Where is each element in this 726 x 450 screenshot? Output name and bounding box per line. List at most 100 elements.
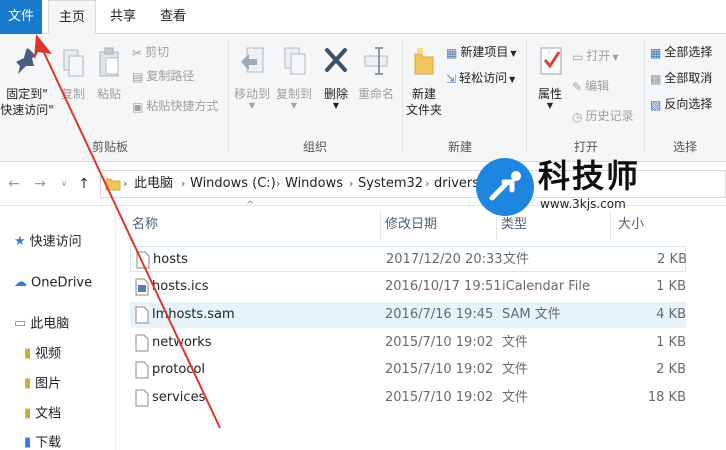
- file-icon: [135, 361, 149, 379]
- open-label: 打开: [586, 49, 611, 63]
- file-size: 2 KB: [657, 252, 687, 267]
- open-icon: ▭: [572, 49, 584, 64]
- cut-label: 剪切: [145, 45, 170, 59]
- file-type: 文件: [502, 362, 529, 377]
- delete-dropdown-icon: ▼: [332, 101, 340, 110]
- select-all-icon: ▦: [650, 45, 662, 60]
- delete-label: 删除: [323, 87, 348, 101]
- paste-button[interactable]: 粘贴: [92, 40, 126, 102]
- select-none-button[interactable]: ▩ 全部取消: [650, 68, 712, 88]
- properties-label: 属性: [537, 87, 562, 101]
- breadcrumb-chevron-icon: ›: [276, 177, 281, 190]
- file-modified: 2016/7/16 19:45: [385, 307, 494, 322]
- nav-downloads-label: 下载: [35, 435, 62, 450]
- copy-button[interactable]: 复制: [56, 40, 90, 102]
- tab-home[interactable]: 主页: [48, 0, 96, 35]
- breadcrumb-this-pc[interactable]: 此电脑: [134, 171, 173, 197]
- easy-access-icon: ⇲: [446, 71, 457, 86]
- nav-pictures[interactable]: ▮ 图片: [24, 373, 61, 395]
- properties-check-icon: [540, 47, 562, 75]
- recent-locations-chevron-icon[interactable]: ∨: [54, 174, 74, 194]
- file-modified: 2015/7/10 19:02: [385, 335, 494, 350]
- open-dropdown-icon: ▼: [612, 53, 619, 62]
- pin-to-quick-access-button[interactable]: 固定到" 快速访问": [0, 40, 54, 118]
- file-modified: 2015/7/10 19:02: [385, 390, 494, 405]
- file-row[interactable]: hosts.ics 2016/10/17 19:51 iCalendar File 1…: [130, 274, 686, 300]
- cut-button[interactable]: ✂ 剪切: [132, 42, 169, 62]
- nav-this-pc[interactable]: ▭ 此电脑: [14, 313, 69, 335]
- file-icon: [135, 389, 149, 407]
- move-to-dropdown-icon: ▼: [248, 101, 256, 110]
- file-row[interactable]: protocol 2015/7/10 19:02 文件 2 KB: [130, 357, 686, 383]
- forward-arrow-icon[interactable]: →: [30, 174, 50, 194]
- copy-path-button[interactable]: ▤ 复制路径: [132, 66, 194, 86]
- cloud-icon: ☁: [14, 275, 27, 290]
- nav-videos[interactable]: ▮ 视频: [24, 343, 61, 365]
- file-icon: [135, 278, 149, 296]
- column-header-name[interactable]: 名称: [132, 212, 158, 238]
- file-name: lmhosts.sam: [152, 307, 235, 322]
- tab-view[interactable]: 查看: [150, 0, 196, 34]
- invert-selection-button[interactable]: ▧ 反向选择: [650, 94, 712, 114]
- watermark-logo-icon: [476, 158, 534, 216]
- nav-documents[interactable]: ▮ 文档: [24, 403, 61, 425]
- file-list: ^ 名称 修改日期 类型 大小 hosts 2017/12/20 20:33 文件 2…: [116, 200, 726, 450]
- column-separator[interactable]: [380, 210, 381, 240]
- new-folder-button[interactable]: 新建 文件夹: [404, 40, 444, 118]
- paste-label: 粘贴: [96, 87, 121, 101]
- tab-file[interactable]: 文件: [0, 0, 42, 34]
- new-folder-icon: [414, 48, 434, 75]
- file-name: hosts: [153, 252, 188, 267]
- tab-share[interactable]: 共享: [100, 0, 146, 34]
- easy-access-button[interactable]: ⇲ 轻松访问 ▼: [446, 68, 515, 88]
- edit-label: 编辑: [585, 79, 610, 93]
- file-modified: 2017/12/20 20:33: [386, 252, 503, 267]
- paste-shortcut-button[interactable]: ▣ 粘贴快捷方式: [132, 96, 218, 116]
- column-header-modified[interactable]: 修改日期: [385, 212, 437, 238]
- rename-button[interactable]: 重命名: [354, 40, 398, 102]
- nav-quick-access-label: 快速访问: [29, 234, 82, 250]
- history-button[interactable]: ◷ 历史记录: [572, 106, 634, 126]
- select-all-button[interactable]: ▦ 全部选择: [650, 42, 712, 62]
- file-row[interactable]: lmhosts.sam 2016/7/16 19:45 SAM 文件 4 KB: [130, 302, 686, 328]
- file-row[interactable]: services 2015/7/10 19:02 文件 18 KB: [130, 385, 686, 411]
- file-name: services: [152, 390, 206, 405]
- nav-onedrive[interactable]: ☁ OneDrive: [14, 272, 92, 294]
- file-row[interactable]: networks 2015/7/10 19:02 文件 1 KB: [130, 330, 686, 356]
- ribbon-separator: [526, 40, 527, 152]
- computer-icon: ▭: [14, 316, 27, 331]
- nav-downloads[interactable]: ▮ 下载: [24, 432, 61, 450]
- breadcrumb-chevron-icon: ›: [425, 177, 430, 190]
- file-size: 4 KB: [656, 307, 686, 322]
- file-type: 文件: [502, 335, 529, 350]
- properties-button[interactable]: 属性 ▼: [530, 40, 570, 110]
- copy-to-icon: [284, 47, 306, 75]
- breadcrumb-chevron-icon: ›: [349, 177, 354, 190]
- nav-pictures-label: 图片: [35, 376, 62, 392]
- easy-access-dropdown-icon: ▼: [509, 75, 516, 84]
- copy-to-button[interactable]: 复制到 ▼: [274, 40, 314, 110]
- breadcrumb-chevron-icon: ›: [123, 177, 128, 190]
- copy-path-label: 复制路径: [146, 69, 195, 83]
- navigation-pane: ★ 快速访问 ☁ OneDrive ▭ 此电脑 ▮ 视频 ▮ 图片 ▮ 文档 ▮ 下载: [0, 206, 116, 450]
- back-arrow-icon[interactable]: ←: [4, 174, 24, 194]
- delete-button[interactable]: 删除 ▼: [318, 40, 354, 110]
- pin-icon: [16, 48, 36, 74]
- file-icon: [136, 251, 150, 269]
- nav-documents-label: 文档: [35, 406, 62, 422]
- new-item-button[interactable]: ▦ 新建项目 ▼: [446, 42, 517, 62]
- breadcrumb-windows-c[interactable]: Windows (C:): [190, 171, 276, 197]
- move-to-icon: [241, 47, 264, 73]
- clipboard-group-label: 剪贴板: [91, 140, 128, 154]
- file-row[interactable]: hosts 2017/12/20 20:33 文件 2 KB: [130, 246, 687, 272]
- edit-button[interactable]: ✎ 编辑: [572, 76, 609, 96]
- documents-folder-icon: ▮: [24, 406, 32, 421]
- move-to-button[interactable]: 移动到 ▼: [232, 40, 272, 110]
- copy-path-icon: ▤: [132, 69, 144, 84]
- nav-quick-access[interactable]: ★ 快速访问: [14, 231, 82, 253]
- watermark: 科技师 www.3kjs.com: [470, 152, 726, 222]
- up-arrow-icon[interactable]: ↑: [74, 174, 94, 194]
- breadcrumb-system32[interactable]: System32: [358, 171, 423, 197]
- open-button[interactable]: ▭ 打开 ▼: [572, 46, 619, 66]
- breadcrumb-windows[interactable]: Windows: [285, 171, 343, 197]
